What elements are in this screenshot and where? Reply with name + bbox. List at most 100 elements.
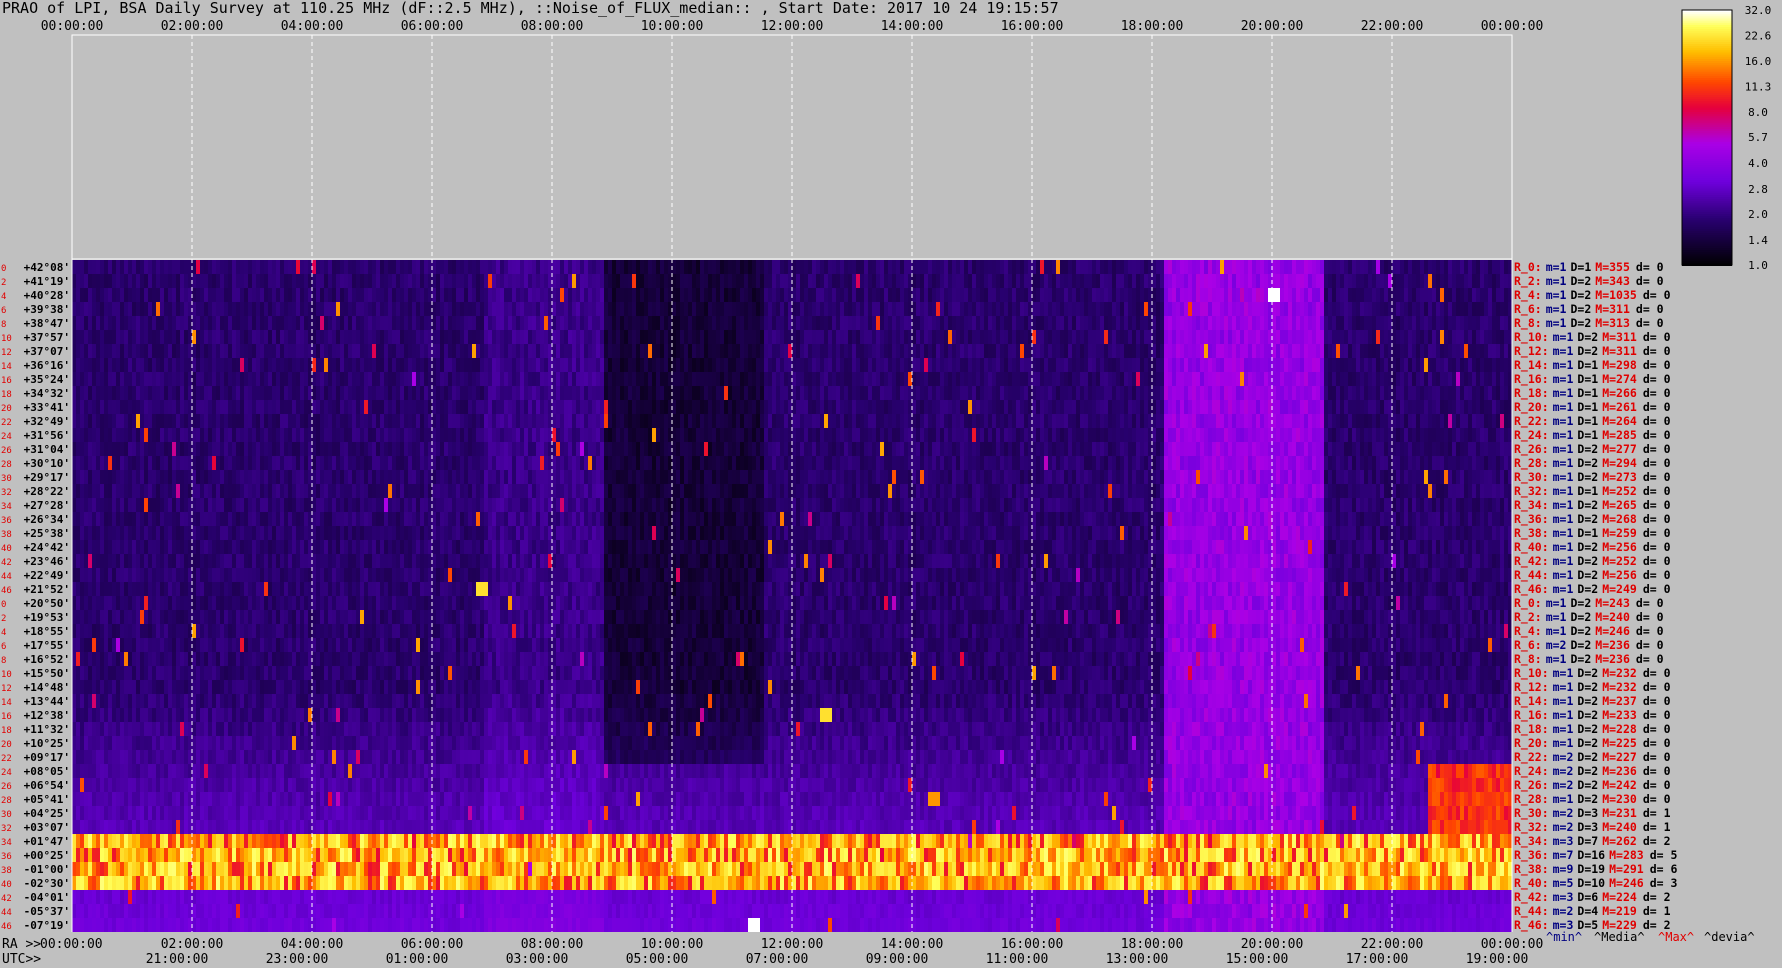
receiver-label: R_20: xyxy=(1514,400,1549,415)
receiver-deviation: d= 0 xyxy=(1643,498,1671,512)
receiver-stat-row: R_2: m=1 D=2 M=343 d= 0 xyxy=(1514,274,1664,289)
receiver-deviation: d= 0 xyxy=(1643,288,1671,302)
receiver-label: R_40: xyxy=(1514,540,1549,555)
receiver-median: D=2 xyxy=(1577,470,1598,484)
declination-label: +05°41' xyxy=(24,793,70,806)
receiver-median: D=3 xyxy=(1577,806,1598,820)
receiver-median: D=2 xyxy=(1577,582,1598,596)
declination-label: +34°32' xyxy=(24,387,70,400)
receiver-median: D=1 xyxy=(1577,386,1598,400)
receiver-min: m=1 xyxy=(1553,540,1574,554)
receiver-deviation: d= 0 xyxy=(1643,428,1671,442)
receiver-deviation: d= 0 xyxy=(1636,274,1664,288)
receiver-median: D=2 xyxy=(1577,778,1598,792)
receiver-deviation: d= 0 xyxy=(1636,638,1664,652)
colorbar-tick-label: 16.0 xyxy=(1745,55,1772,68)
row-index-label: 36 xyxy=(1,516,12,526)
row-index-label: 0 xyxy=(1,264,6,274)
utc-tick-label: 15:00:00 xyxy=(1226,952,1289,967)
receiver-median: D=2 xyxy=(1577,554,1598,568)
row-index-label: 46 xyxy=(1,586,12,596)
receiver-min: m=7 xyxy=(1553,848,1574,862)
receiver-min: m=1 xyxy=(1553,484,1574,498)
receiver-label: R_8: xyxy=(1514,316,1542,331)
declination-label: +31°04' xyxy=(24,443,70,456)
receiver-stat-row: R_8: m=1 D=2 M=236 d= 0 xyxy=(1514,652,1664,667)
receiver-min: m=3 xyxy=(1553,890,1574,904)
receiver-stat-row: R_40: m=1 D=2 M=256 d= 0 xyxy=(1514,540,1671,555)
receiver-stat-row: R_16: m=1 D=1 M=274 d= 0 xyxy=(1514,372,1671,387)
receiver-min: m=1 xyxy=(1553,330,1574,344)
declination-label: +12°38' xyxy=(24,709,70,722)
receiver-min: m=1 xyxy=(1553,722,1574,736)
receiver-label: R_36: xyxy=(1514,848,1549,863)
ra-tick-label: 22:00:00 xyxy=(1361,937,1424,952)
ra-tick-label: 12:00:00 xyxy=(761,937,824,952)
receiver-label: R_24: xyxy=(1514,764,1549,779)
receiver-median: D=2 xyxy=(1570,624,1591,638)
receiver-min: m=1 xyxy=(1546,624,1567,638)
stats-legend-label: ^devia^ xyxy=(1704,930,1755,944)
colorbar-tick-label: 1.4 xyxy=(1748,234,1768,247)
receiver-label: R_26: xyxy=(1514,778,1549,793)
receiver-deviation: d= 0 xyxy=(1643,680,1671,694)
receiver-deviation: d= 0 xyxy=(1636,652,1664,666)
receiver-max: M=277 xyxy=(1602,442,1637,456)
receiver-label: R_28: xyxy=(1514,792,1549,807)
receiver-max: M=236 xyxy=(1602,764,1637,778)
receiver-max: M=274 xyxy=(1602,372,1637,386)
receiver-stat-row: R_6: m=2 D=2 M=236 d= 0 xyxy=(1514,638,1664,653)
top-tick-label: 00:00:00 xyxy=(1481,19,1544,34)
receiver-max: M=246 xyxy=(1609,876,1644,890)
ra-tick-label: 00:00:00 xyxy=(1481,937,1544,952)
receiver-median: D=2 xyxy=(1570,638,1591,652)
receiver-max: M=242 xyxy=(1602,778,1637,792)
receiver-max: M=273 xyxy=(1602,470,1637,484)
receiver-min: m=2 xyxy=(1553,778,1574,792)
receiver-deviation: d= 0 xyxy=(1636,316,1664,330)
receiver-label: R_42: xyxy=(1514,554,1549,569)
receiver-label: R_16: xyxy=(1514,708,1549,723)
receiver-max: M=298 xyxy=(1602,358,1637,372)
receiver-label: R_0: xyxy=(1514,260,1542,275)
receiver-min: m=1 xyxy=(1553,428,1574,442)
colorbar-tick-label: 5.7 xyxy=(1748,131,1768,144)
receiver-label: R_30: xyxy=(1514,806,1549,821)
receiver-label: R_34: xyxy=(1514,498,1549,513)
declination-label: +25°38' xyxy=(24,527,70,540)
chart-title: PRAO of LPI, BSA Daily Survey at 110.25 … xyxy=(2,0,1059,17)
receiver-label: R_44: xyxy=(1514,904,1549,919)
receiver-deviation: d= 6 xyxy=(1650,862,1678,876)
row-index-label: 8 xyxy=(1,656,6,666)
utc-tick-label: 13:00:00 xyxy=(1106,952,1169,967)
receiver-deviation: d= 0 xyxy=(1643,358,1671,372)
receiver-deviation: d= 0 xyxy=(1643,540,1671,554)
receiver-stat-row: R_12: m=1 D=2 M=311 d= 0 xyxy=(1514,344,1671,359)
receiver-max: M=237 xyxy=(1602,694,1637,708)
receiver-label: R_32: xyxy=(1514,820,1549,835)
receiver-min: m=1 xyxy=(1546,596,1567,610)
receiver-max: M=230 xyxy=(1602,792,1637,806)
receiver-median: D=16 xyxy=(1577,848,1605,862)
receiver-stat-row: R_6: m=1 D=2 M=311 d= 0 xyxy=(1514,302,1664,317)
receiver-stat-row: R_30: m=2 D=3 M=231 d= 1 xyxy=(1514,806,1671,821)
receiver-min: m=1 xyxy=(1553,792,1574,806)
receiver-max: M=261 xyxy=(1602,400,1637,414)
receiver-median: D=2 xyxy=(1577,708,1598,722)
declination-label: +42°08' xyxy=(24,261,70,274)
receiver-label: R_6: xyxy=(1514,302,1542,317)
receiver-stat-row: R_38: m=9 D=19 M=291 d= 6 xyxy=(1514,862,1678,877)
receiver-deviation: d= 0 xyxy=(1643,778,1671,792)
receiver-deviation: d= 0 xyxy=(1643,764,1671,778)
top-tick-label: 12:00:00 xyxy=(761,19,824,34)
receiver-median: D=2 xyxy=(1577,456,1598,470)
receiver-min: m=1 xyxy=(1546,260,1567,274)
receiver-median: D=2 xyxy=(1577,540,1598,554)
row-index-label: 2 xyxy=(1,614,6,624)
receiver-deviation: d= 5 xyxy=(1650,848,1678,862)
row-index-label: 0 xyxy=(1,600,6,610)
receiver-deviation: d= 0 xyxy=(1643,526,1671,540)
receiver-max: M=219 xyxy=(1602,904,1637,918)
colorbar-tick-label: 22.6 xyxy=(1745,30,1772,43)
row-index-label: 8 xyxy=(1,320,6,330)
